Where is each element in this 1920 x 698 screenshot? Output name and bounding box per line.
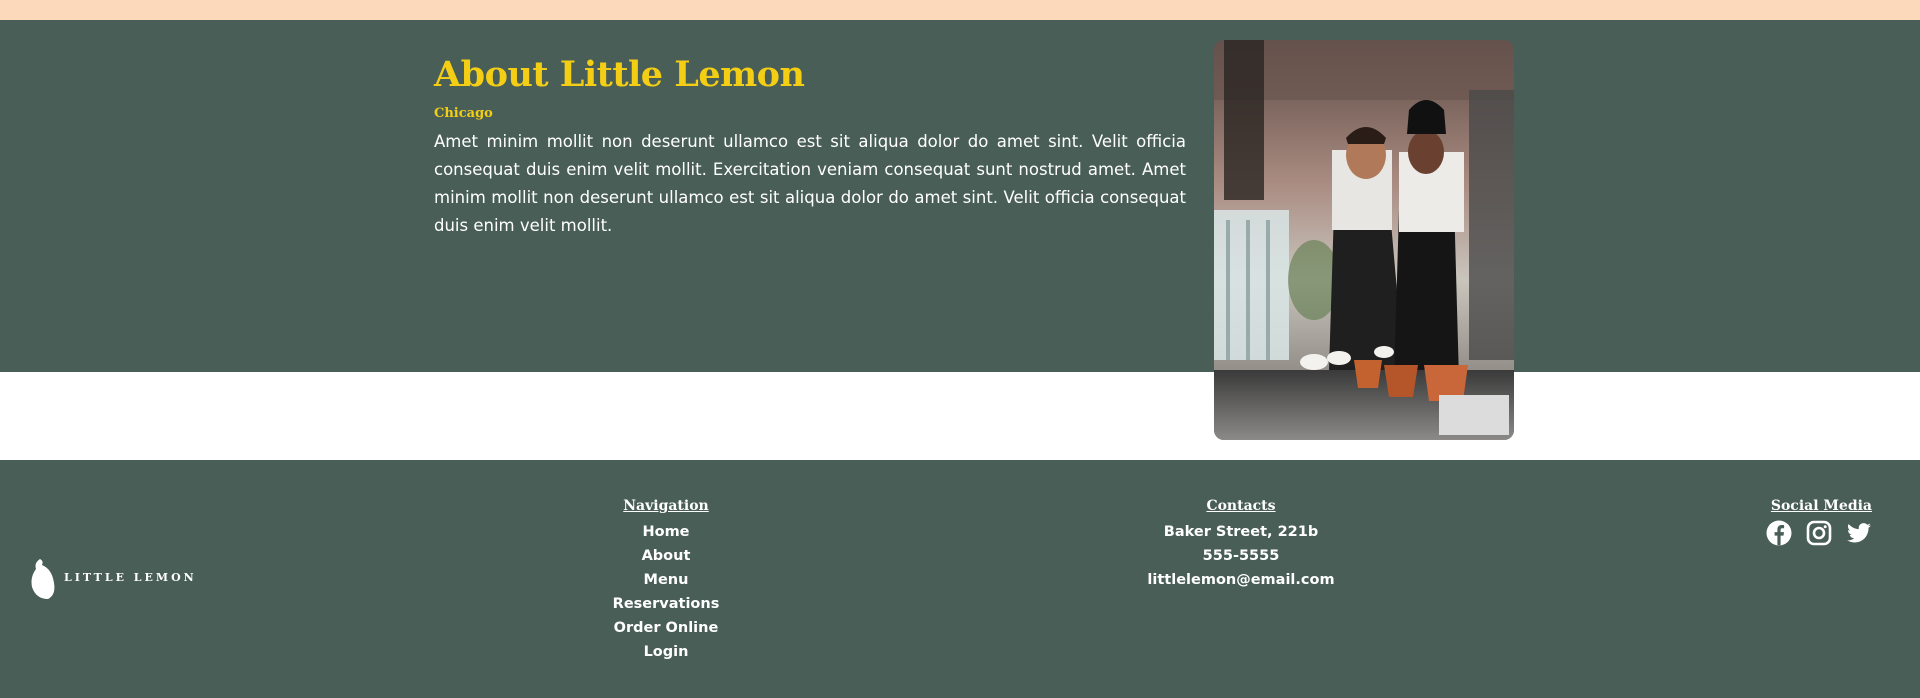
about-section: About Little Lemon Chicago Amet minim mo…: [0, 20, 1920, 372]
facebook-icon[interactable]: [1766, 520, 1792, 546]
nav-link-order-online[interactable]: Order Online: [566, 616, 766, 640]
top-strip: [0, 0, 1920, 20]
nav-link-menu[interactable]: Menu: [566, 568, 766, 592]
about-description: Amet minim mollit non deserunt ullamco e…: [434, 132, 1186, 235]
contact-email: littlelemon@email.com: [1147, 572, 1335, 588]
navigation-heading: Navigation: [623, 498, 709, 514]
about-title: About Little Lemon: [434, 54, 805, 95]
nav-link-home[interactable]: Home: [566, 520, 766, 544]
instagram-icon[interactable]: [1806, 520, 1832, 546]
footer: LITTLE LEMON Navigation Home About Menu …: [0, 460, 1920, 698]
contact-address: Baker Street, 221b: [1163, 524, 1319, 540]
nav-link-reservations[interactable]: Reservations: [566, 592, 766, 616]
footer-contacts: Contacts Baker Street, 221b 555-5555 lit…: [1121, 498, 1361, 592]
footer-social-media: Social Media: [1700, 498, 1872, 546]
contacts-heading: Contacts: [1206, 498, 1276, 514]
footer-navigation: Navigation Home About Menu Reservations …: [566, 498, 766, 664]
lemon-logo-icon: [31, 559, 55, 599]
logo-text: LITTLE LEMON: [64, 571, 197, 584]
contact-phone: 555-5555: [1202, 548, 1280, 564]
social-media-heading: Social Media: [1770, 498, 1872, 514]
chefs-image: [1214, 40, 1514, 440]
about-city: Chicago: [434, 106, 493, 121]
nav-link-about[interactable]: About: [566, 544, 766, 568]
social-icons: [1700, 520, 1872, 546]
nav-link-login[interactable]: Login: [566, 640, 766, 664]
footer-logo[interactable]: LITTLE LEMON: [30, 557, 194, 601]
twitter-icon[interactable]: [1846, 520, 1872, 546]
